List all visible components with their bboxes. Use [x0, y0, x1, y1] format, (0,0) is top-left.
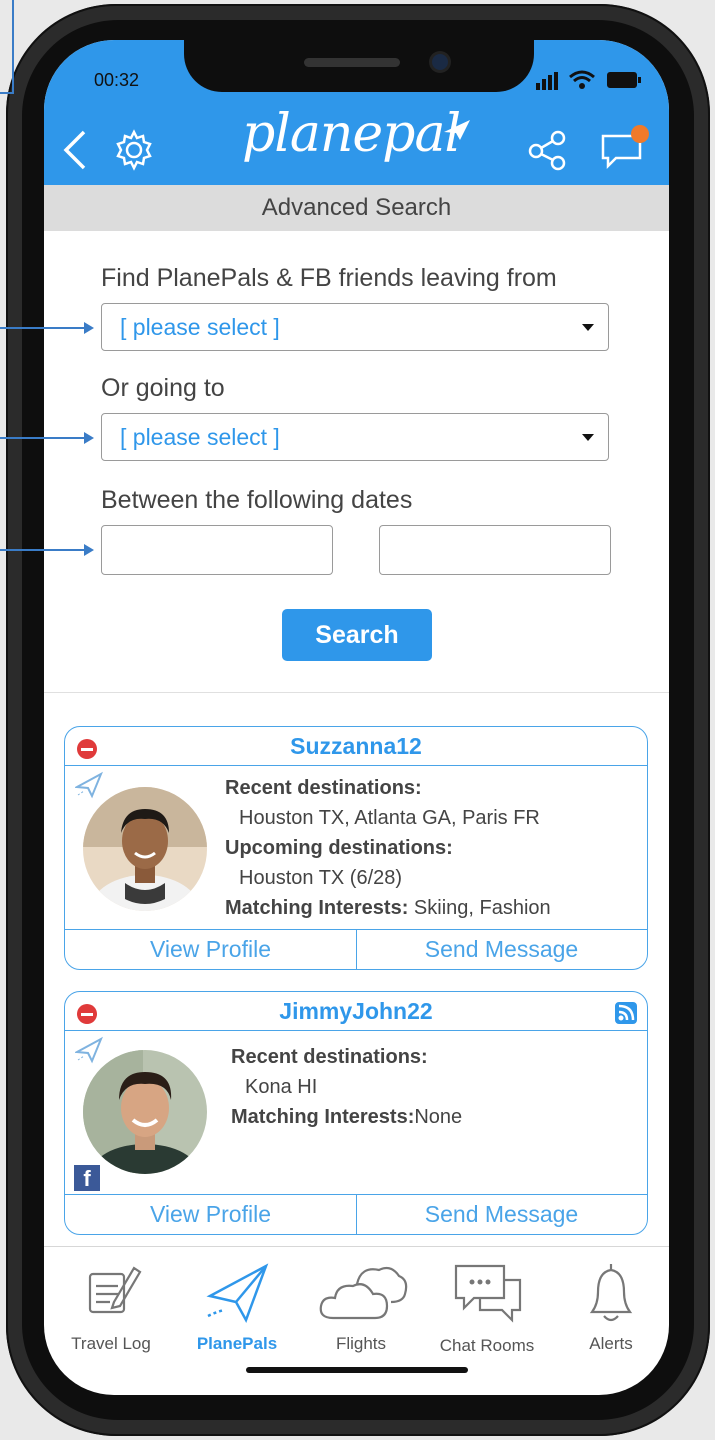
leaving-from-value: [ please select ]: [120, 314, 280, 340]
interests-label: Matching Interests:: [225, 897, 409, 919]
paper-plane-icon: [73, 1036, 103, 1071]
going-to-select[interactable]: [ please select ]: [101, 413, 609, 461]
share-icon[interactable]: [526, 128, 570, 172]
back-icon[interactable]: [60, 128, 90, 172]
paper-plane-icon: [73, 771, 103, 806]
logo-plane-icon: [442, 118, 472, 142]
tab-bar-divider: [44, 1246, 669, 1247]
tab-label: Chat Rooms: [439, 1336, 535, 1355]
send-message-button[interactable]: Send Message: [356, 1194, 647, 1234]
paper-plane-icon: [206, 1263, 269, 1323]
avatar[interactable]: [83, 787, 207, 911]
result-card: JimmyJohn22 f Recent destinations: Kona …: [64, 991, 648, 1235]
chat-bubbles-icon: [454, 1264, 522, 1323]
bell-icon: [589, 1264, 633, 1322]
annotation-arrow: [0, 322, 94, 334]
result-username[interactable]: JimmyJohn22: [65, 998, 647, 1025]
annotation-arrow: [0, 432, 94, 444]
recent-destinations: Kona HI: [245, 1076, 318, 1098]
app-header: 00:32 planepal: [44, 40, 669, 185]
annotation-arrow: [0, 544, 94, 556]
view-profile-button[interactable]: View Profile: [65, 929, 356, 969]
result-details: Recent destinations: Kona HI Matching In…: [231, 1042, 462, 1132]
status-time: 00:32: [94, 70, 140, 90]
signal-icon: [536, 72, 562, 90]
view-profile-button[interactable]: View Profile: [65, 1194, 356, 1234]
facebook-icon: f: [74, 1165, 100, 1191]
divider: [44, 692, 669, 693]
search-button[interactable]: Search: [282, 609, 432, 661]
chat-notification-icon[interactable]: [600, 124, 650, 170]
result-details: Recent destinations: Houston TX, Atlanta…: [225, 773, 551, 923]
going-to-label: Or going to: [101, 374, 225, 402]
wifi-icon: [568, 69, 596, 91]
leaving-from-label: Find PlanePals & FB friends leaving from: [101, 264, 557, 292]
home-indicator: [246, 1367, 468, 1373]
leaving-from-select[interactable]: [ please select ]: [101, 303, 609, 351]
page-title: Advanced Search: [44, 185, 669, 231]
going-to-value: [ please select ]: [120, 424, 280, 450]
gear-icon[interactable]: [112, 128, 156, 172]
tab-label: Flights: [335, 1334, 387, 1353]
start-date-field[interactable]: [101, 525, 333, 575]
clouds-icon: [319, 1266, 408, 1320]
matching-interests: None: [414, 1106, 463, 1128]
recent-destinations: Houston TX, Atlanta GA, Paris FR: [239, 807, 540, 829]
notepad-pen-icon: [88, 1266, 142, 1314]
tab-label: Travel Log: [71, 1334, 151, 1353]
app-screen: 00:32 planepal Advanced Search Find Plan…: [44, 40, 669, 1395]
tab-flights[interactable]: Flights: [306, 1258, 416, 1353]
planepal-logo: planepal: [242, 104, 461, 164]
dates-label: Between the following dates: [101, 486, 413, 514]
recent-label: Recent destinations:: [225, 777, 422, 799]
battery-icon: [606, 71, 642, 89]
matching-interests: Skiing, Fashion: [408, 897, 551, 919]
tab-label: Alerts: [589, 1334, 633, 1353]
recent-label: Recent destinations:: [231, 1046, 428, 1068]
result-username[interactable]: Suzzanna12: [65, 733, 647, 760]
rss-feed-icon[interactable]: [615, 1002, 637, 1029]
interests-label: Matching Interests:: [231, 1106, 415, 1128]
tab-label: PlanePals: [196, 1334, 278, 1353]
avatar[interactable]: [83, 1050, 207, 1174]
chevron-down-icon: [582, 324, 594, 331]
upcoming-destinations: Houston TX (6/28): [239, 867, 403, 889]
tab-chat-rooms[interactable]: Chat Rooms: [432, 1258, 542, 1355]
upcoming-label: Upcoming destinations:: [225, 837, 453, 859]
annotation-marker: [0, 0, 14, 94]
phone-notch: [184, 40, 534, 92]
tab-planepals[interactable]: PlanePals: [182, 1258, 292, 1353]
result-card: Suzzanna12 Recent destinations: Houston …: [64, 726, 648, 970]
end-date-field[interactable]: [379, 525, 611, 575]
tab-alerts[interactable]: Alerts: [556, 1258, 666, 1353]
chevron-down-icon: [582, 434, 594, 441]
tab-travel-log[interactable]: Travel Log: [56, 1258, 166, 1353]
send-message-button[interactable]: Send Message: [356, 929, 647, 969]
